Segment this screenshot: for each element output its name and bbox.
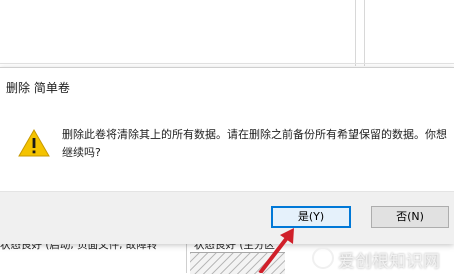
no-button[interactable]: 否(N) [371, 206, 449, 228]
annotation-arrow-icon [258, 228, 294, 273]
background-divider [364, 0, 365, 66]
background-window-top [0, 0, 454, 66]
yes-button[interactable]: 是(Y) [271, 206, 351, 228]
watermark-text: 爱创根知识网 [338, 252, 440, 272]
delete-volume-dialog: 删除 简单卷 删除此卷将清除其上的所有数据。请在删除之前备份所有希望保留的数据。… [0, 67, 454, 244]
background-divider [355, 0, 356, 66]
watermark-logo-icon [312, 247, 334, 269]
watermark: 爱创根知识网 [312, 245, 454, 273]
dialog-message: 删除此卷将清除其上的所有数据。请在删除之前备份所有希望保留的数据。你想继续吗? [62, 128, 447, 159]
dialog-button-bar: 是(Y) 否(N) [0, 191, 454, 244]
dialog-title: 删除 简单卷 [6, 81, 70, 95]
warning-icon [18, 128, 50, 157]
background-divider [0, 63, 454, 64]
